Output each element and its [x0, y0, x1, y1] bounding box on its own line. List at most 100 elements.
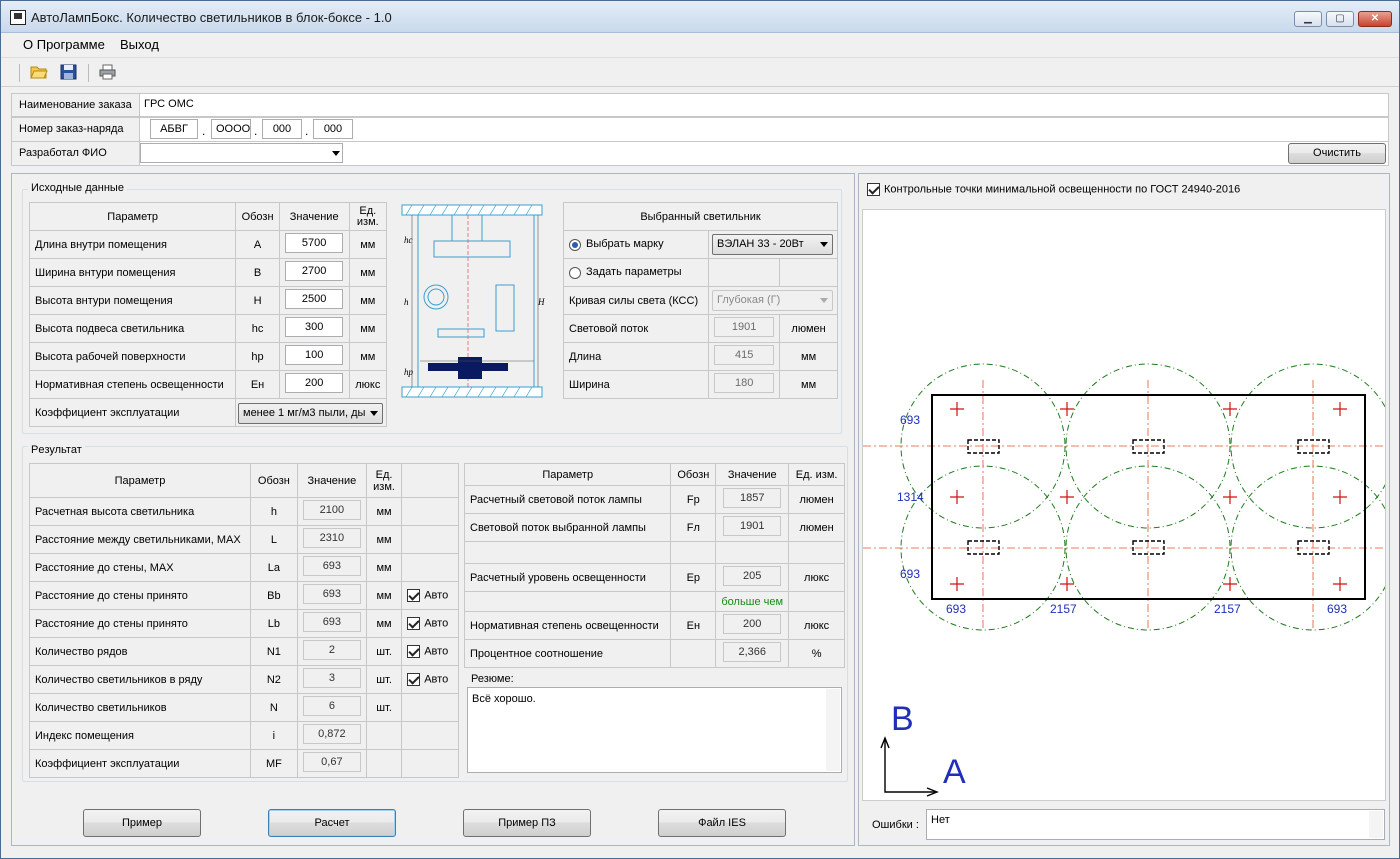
param-label: Высота рабочей поверхности [28, 342, 237, 371]
table-row: Высота рабочей поверхности hp 100 мм [28, 342, 388, 371]
author-row: Разработал ФИО Очистить [11, 141, 1389, 166]
menu-about[interactable]: О Программе [23, 37, 105, 52]
errors-value: Нет [931, 814, 950, 826]
param-label: Количество рядов [29, 637, 251, 666]
hang-height-input[interactable]: 300 [285, 317, 344, 337]
order-name-label: Наименование заказа [12, 94, 140, 116]
length-input[interactable]: 5700 [285, 233, 344, 253]
order-number-part-4[interactable]: 000 [313, 119, 353, 139]
param-label: Длина внутри помещения [28, 230, 237, 259]
auto-checkbox-lb[interactable]: Авто [401, 609, 459, 638]
height-input[interactable]: 2500 [285, 289, 344, 309]
result-value: 2100 [302, 500, 361, 520]
param-label: Расстояние до стены принято [29, 609, 251, 638]
table-row: Расстояние до стены, MAX La 693 мм [29, 553, 459, 582]
work-surface-input[interactable]: 100 [285, 345, 344, 365]
dim-bottom-1: 693 [946, 602, 966, 616]
param-label: Нормативная степень освещенности [28, 370, 237, 399]
col-header-param: Параметр [28, 202, 237, 231]
sketch-label-H: H [537, 297, 545, 307]
order-name-input[interactable]: ГРС ОМС [140, 95, 1387, 115]
choose-brand-radio[interactable]: Выбрать марку [562, 230, 710, 259]
col-header-sym: Обозн [670, 463, 717, 486]
lamp-fixtures [967, 439, 1330, 555]
param-label: Ширина внтури помещения [28, 258, 237, 287]
choose-brand-label: Выбрать марку [586, 238, 664, 251]
clear-button[interactable]: Очистить [1288, 143, 1386, 164]
summary-scrollbar[interactable] [826, 689, 840, 771]
checkbox-checked-icon [407, 673, 421, 686]
example-button[interactable]: Пример [83, 809, 201, 837]
set-params-label: Задать параметры [586, 266, 682, 279]
sketch-label-hp: hp [404, 367, 414, 377]
order-number-part-1[interactable]: АБВГ [150, 119, 198, 139]
summary-textarea[interactable]: Всё хорошо. [467, 687, 842, 773]
param-label: Расстояние до стены принято [29, 581, 251, 610]
param-symbol: B [235, 258, 280, 287]
param-symbol [670, 639, 717, 668]
calculate-button[interactable]: Расчет [268, 809, 396, 837]
result-value: 693 [302, 612, 361, 632]
chevron-down-icon[interactable] [332, 151, 340, 156]
auto-checkbox-n1[interactable]: Авто [401, 637, 459, 666]
example-pz-button[interactable]: Пример ПЗ [463, 809, 591, 837]
width-unit: мм [779, 370, 838, 399]
result-value: 3 [302, 668, 361, 688]
col-header-value: Значение [278, 202, 350, 231]
lamp-fixture [1297, 439, 1330, 454]
table-row: Расстояние до стены принято Lb 693 мм Ав… [29, 609, 459, 638]
comparison-label: больше чем [715, 591, 790, 612]
result-value: 693 [302, 584, 361, 604]
errors-label: Ошибки : [872, 819, 919, 831]
sketch-label-hc: hc [404, 235, 413, 245]
curve-label: Кривая силы света (КСС) [562, 286, 710, 315]
auto-checkbox-n2[interactable]: Авто [401, 665, 459, 694]
app-window: АвтоЛампБокс. Количество светильников в … [0, 0, 1400, 859]
order-number-label: Номер заказ-наряда [12, 118, 140, 141]
table-row: Нормативная степень освещенности Eн 200 … [28, 370, 388, 399]
errors-scrollbar[interactable] [1369, 811, 1383, 838]
param-label: Коэффициент эксплуатации [29, 749, 251, 778]
param-symbol: Lb [249, 609, 298, 638]
dim-left-2: 1314 [897, 490, 924, 504]
order-number-part-3[interactable]: 000 [262, 119, 302, 139]
table-row: Высота внтури помещения H 2500 мм [28, 286, 388, 315]
col-header-unit: Ед. изм. [788, 463, 845, 486]
open-folder-icon[interactable] [30, 64, 48, 80]
param-label: Высота внтури помещения [28, 286, 237, 315]
set-params-radio[interactable]: Задать параметры [562, 258, 710, 287]
errors-field[interactable]: Нет [926, 809, 1385, 840]
order-number-part-2[interactable]: ОООО [211, 119, 251, 139]
result-table: Параметр Обозн Значение Ед. изм. Расчетн… [29, 463, 459, 778]
param-unit: мм [365, 553, 403, 582]
control-points-checkbox[interactable]: Контрольные точки минимальной освещеннос… [867, 183, 1240, 196]
control-point-cross [950, 490, 964, 504]
title-bar: АвтоЛампБокс. Количество светильников в … [1, 1, 1399, 33]
param-unit: шт. [365, 637, 403, 666]
ies-file-button[interactable]: Файл IES [658, 809, 786, 837]
print-icon[interactable] [99, 64, 117, 80]
col-header-value: Значение [296, 463, 367, 498]
author-select[interactable] [140, 143, 343, 163]
menu-exit[interactable]: Выход [120, 37, 159, 52]
minimize-button[interactable]: ▁ [1294, 11, 1322, 27]
lamp-brand-select[interactable]: ВЭЛАН 33 - 20Вт [712, 234, 833, 255]
table-row: Процентное соотношение 2,366 % [463, 639, 845, 668]
auto-checkbox-bb[interactable]: Авто [401, 581, 459, 610]
save-icon[interactable] [60, 64, 78, 80]
table-row: Расчетный уровень освещенности Ep 205 лю… [463, 563, 845, 592]
lamp-fixture [1132, 439, 1165, 454]
checkbox-checked-icon [407, 645, 421, 658]
lamp-brand-value: ВЭЛАН 33 - 20Вт [717, 238, 804, 250]
width-input[interactable]: 2700 [285, 261, 344, 281]
norm-illuminance-input[interactable]: 200 [285, 373, 344, 393]
maximize-button[interactable]: ▢ [1326, 11, 1354, 27]
close-button[interactable]: ✕ [1358, 11, 1392, 27]
param-unit: мм [348, 258, 388, 287]
source-data-title: Исходные данные [28, 182, 127, 194]
table-row: Расчетный световой поток лампы Fp 1857 л… [463, 485, 845, 514]
param-symbol: hp [235, 342, 280, 371]
maint-factor-select[interactable]: менее 1 мг/м3 пыли, ды [238, 403, 383, 424]
control-point-cross [1060, 402, 1074, 416]
col-header-unit: Ед. изм. [365, 463, 403, 498]
